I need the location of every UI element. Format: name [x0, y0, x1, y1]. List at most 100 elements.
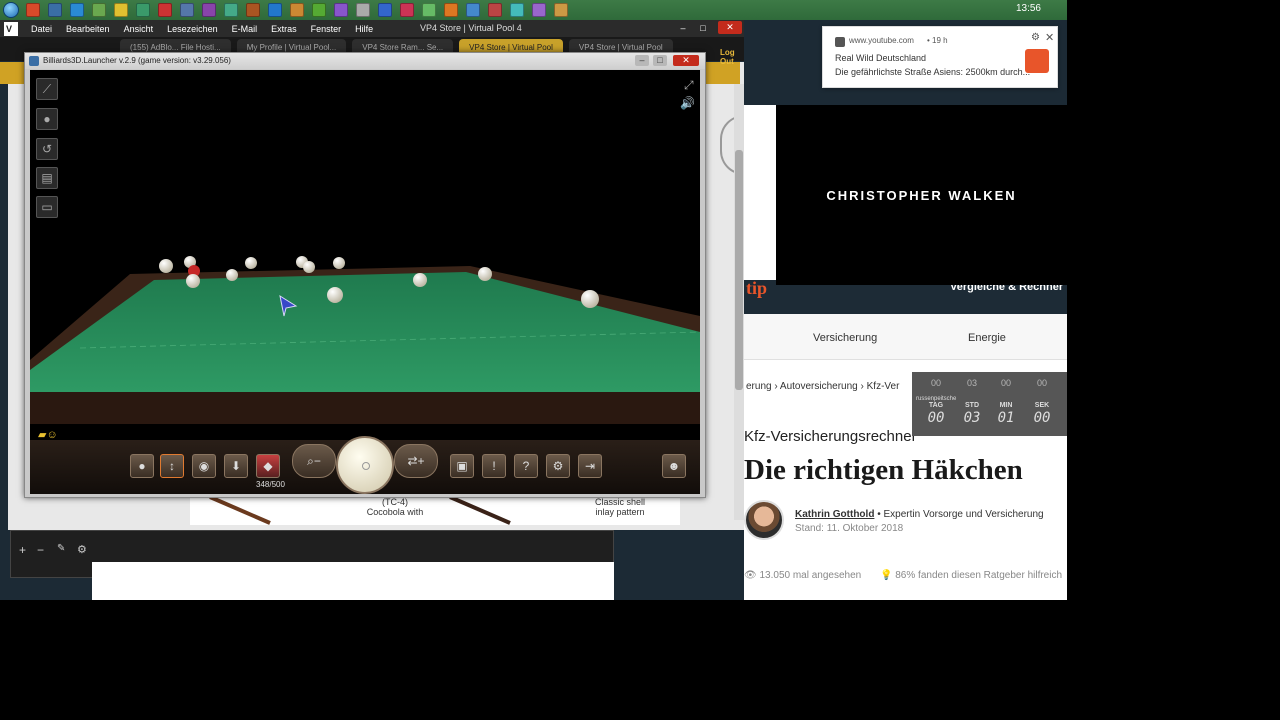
- add-icon[interactable]: +: [19, 543, 26, 557]
- close-icon[interactable]: ✕: [673, 55, 699, 66]
- taskbar-app-icon[interactable]: [554, 3, 568, 17]
- taskbar-app-icon[interactable]: [334, 3, 348, 17]
- breadcrumb-item[interactable]: erung: [746, 381, 772, 392]
- taskbar-app-icon[interactable]: [114, 3, 128, 17]
- gear-icon[interactable]: ⚙: [77, 543, 87, 556]
- gear-icon[interactable]: ⚙: [1031, 32, 1040, 43]
- taskbar-app-icon[interactable]: [180, 3, 194, 17]
- taskbar-app-icon[interactable]: [92, 3, 106, 17]
- taskbar-app-icon[interactable]: [400, 3, 414, 17]
- download-icon[interactable]: ⬇: [224, 454, 248, 478]
- pool-ball: [226, 269, 238, 281]
- fullscreen-icon[interactable]: ⤢: [684, 78, 694, 93]
- pool-ball: [333, 257, 345, 269]
- volume-icon[interactable]: 🔊: [680, 96, 695, 110]
- zoom-in-icon[interactable]: ⇄+: [394, 444, 438, 478]
- folder-icon[interactable]: ▭: [36, 196, 58, 218]
- game-viewport[interactable]: ⟋ ● ↺ ▤ ▭ ⤢ 🔊 ▰☺ ● ↕ ◉ ⬇ ◆ 348/500 ⌕− ⇄+…: [30, 70, 700, 494]
- video-caption: CHRISTOPHER WALKEN: [826, 187, 1017, 203]
- settings-icon[interactable]: ⚙: [546, 454, 570, 478]
- countdown-label: SEK: [1034, 402, 1050, 409]
- taskbar-app-icon[interactable]: [312, 3, 326, 17]
- rack-icon[interactable]: ●: [36, 108, 58, 130]
- taskbar-app-icon[interactable]: [246, 3, 260, 17]
- menu-item-fenster[interactable]: Fenster: [304, 24, 349, 34]
- taskbar: 13:56: [0, 0, 1067, 20]
- cue-height-icon[interactable]: ↕: [160, 454, 184, 478]
- nav-item-versicherung[interactable]: Versicherung: [813, 332, 877, 344]
- countdown-timer[interactable]: russenpeitsche 00 03 00 00 TAG STD MIN S…: [912, 372, 1067, 436]
- taskbar-app-icon[interactable]: [202, 3, 216, 17]
- taskbar-app-icon[interactable]: [158, 3, 172, 17]
- balls-icon[interactable]: ●: [130, 454, 154, 478]
- menu-item-ansicht[interactable]: Ansicht: [117, 24, 161, 34]
- pool-ball: [159, 259, 173, 273]
- cue-icon[interactable]: ⟋: [36, 78, 58, 100]
- menu-item-email[interactable]: E-Mail: [225, 24, 265, 34]
- logout-link[interactable]: Log Out: [706, 48, 744, 66]
- player-icon[interactable]: ☻: [662, 454, 686, 478]
- taskbar-app-icon[interactable]: [356, 3, 370, 17]
- taskbar-app-icon[interactable]: [466, 3, 480, 17]
- menu-item-hilfe[interactable]: Hilfe: [348, 24, 380, 34]
- zoom-out-icon[interactable]: ⌕−: [292, 444, 336, 478]
- taskbar-app-icon[interactable]: [422, 3, 436, 17]
- minimize-icon[interactable]: –: [635, 55, 649, 66]
- notification-popup[interactable]: www.youtube.com • 19 h ⚙ ✕ Real Wild Deu…: [822, 26, 1058, 88]
- video-player[interactable]: CHRISTOPHER WALKEN: [776, 105, 1067, 285]
- taskbar-app-icon[interactable]: [510, 3, 524, 17]
- vivaldi-logo-icon[interactable]: V: [4, 21, 18, 36]
- warning-icon[interactable]: !: [482, 454, 506, 478]
- menu-item-datei[interactable]: Datei: [24, 24, 59, 34]
- maximize-icon[interactable]: □: [696, 23, 710, 34]
- author-name[interactable]: Kathrin Gotthold: [795, 509, 874, 520]
- minimize-icon[interactable]: –: [676, 23, 690, 34]
- close-icon[interactable]: ✕: [1045, 31, 1054, 44]
- nav-item-energie[interactable]: Energie: [968, 332, 1006, 344]
- cue-ball-aim-control[interactable]: [336, 436, 394, 494]
- taskbar-app-icon[interactable]: [488, 3, 502, 17]
- taskbar-app-icon[interactable]: [444, 3, 458, 17]
- taskbar-app-icon[interactable]: [290, 3, 304, 17]
- pool-ball: [581, 290, 599, 308]
- close-icon[interactable]: ✕: [718, 21, 742, 34]
- start-button[interactable]: [0, 0, 22, 20]
- pool-ball: [303, 261, 315, 273]
- cube-icon[interactable]: ◆: [256, 454, 280, 478]
- camera-icon[interactable]: ▣: [450, 454, 474, 478]
- view-count: 13.050 mal angesehen: [759, 570, 862, 581]
- helpful-rating: 86% fanden diesen Ratgeber hilfreich: [895, 570, 1063, 581]
- edit-icon[interactable]: ✎: [57, 543, 65, 554]
- taskbar-app-icon[interactable]: [70, 3, 84, 17]
- breadcrumb-item[interactable]: Autoversicherung: [780, 381, 858, 392]
- countdown-days: 00: [927, 410, 945, 426]
- taskbar-app-icon[interactable]: [136, 3, 150, 17]
- billiards-launcher-window: Billiards3D.Launcher v.2.9 (game version…: [24, 52, 706, 498]
- exit-icon[interactable]: ⇥: [578, 454, 602, 478]
- maximize-icon[interactable]: □: [653, 55, 667, 66]
- article-category: Kfz-Versicherungsrechner: [744, 428, 917, 445]
- taskbar-app-icon[interactable]: [224, 3, 238, 17]
- system-clock: 13:56: [1015, 3, 1041, 14]
- breadcrumb-item[interactable]: Kfz-Ver: [867, 381, 900, 392]
- countdown-top-value: 03: [966, 378, 977, 388]
- taskbar-app-icon[interactable]: [48, 3, 62, 17]
- site-logo[interactable]: tip: [746, 278, 767, 299]
- remove-icon[interactable]: −: [37, 543, 44, 557]
- taskbar-app-icon[interactable]: [268, 3, 282, 17]
- save-icon[interactable]: ▤: [36, 167, 58, 189]
- menu-item-extras[interactable]: Extras: [264, 24, 304, 34]
- scrollbar-thumb[interactable]: [735, 150, 743, 390]
- article-stats: 👁 13.050 mal angesehen 💡 86% fanden dies…: [744, 570, 1062, 581]
- notification-site: www.youtube.com: [849, 36, 914, 45]
- help-icon[interactable]: ?: [514, 454, 538, 478]
- eye-icon[interactable]: ◉: [192, 454, 216, 478]
- shot-counter: 348/500: [256, 480, 285, 489]
- undo-icon[interactable]: ↺: [36, 138, 58, 160]
- menu-item-lesezeichen[interactable]: Lesezeichen: [160, 24, 225, 34]
- taskbar-app-icon[interactable]: [26, 3, 40, 17]
- taskbar-app-icon[interactable]: [532, 3, 546, 17]
- taskbar-app-icon[interactable]: [378, 3, 392, 17]
- menu-item-bearbeiten[interactable]: Bearbeiten: [59, 24, 117, 34]
- countdown-label: MIN: [999, 402, 1013, 409]
